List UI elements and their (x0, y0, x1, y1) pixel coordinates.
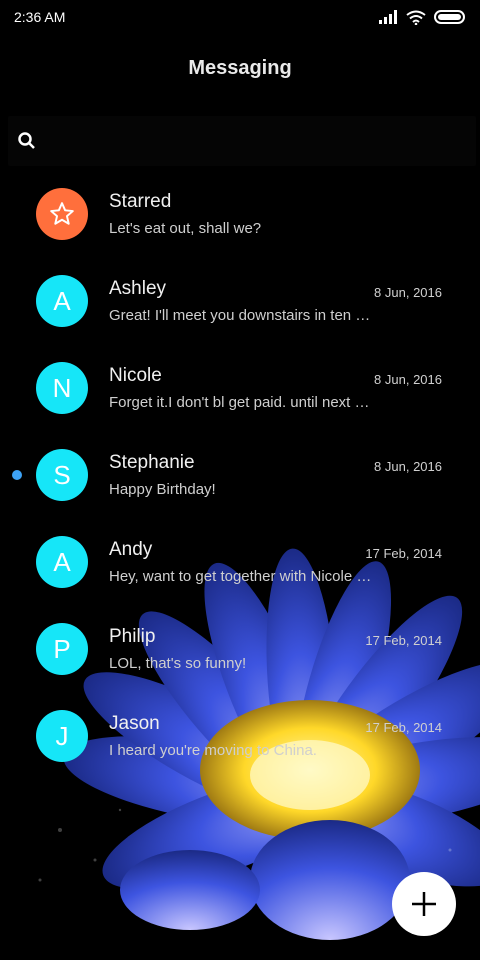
plus-icon (412, 892, 436, 916)
contact-name: Ashley (109, 278, 167, 299)
conversation-item-philip[interactable]: P Philip 17 Feb, 2014 LOL, that's so fun… (0, 609, 480, 696)
avatar: N (36, 362, 88, 414)
conversation-item-nicole[interactable]: N Nicole 8 Jun, 2016 Forget it.I don't b… (0, 348, 480, 435)
message-preview: Let's eat out, shall we? (109, 220, 262, 237)
status-icons (378, 10, 466, 25)
conversation-list: Starred Let's eat out, shall we? A Ashle… (0, 174, 480, 783)
message-date: 17 Feb, 2014 (365, 633, 442, 648)
contact-name: Jason (109, 713, 160, 734)
message-preview: Happy Birthday! (109, 481, 216, 498)
conversation-item-stephanie[interactable]: S Stephanie 8 Jun, 2016 Happy Birthday! (0, 435, 480, 522)
wifi-icon (406, 10, 426, 25)
conversation-item-jason[interactable]: J Jason 17 Feb, 2014 I heard you're movi… (0, 696, 480, 783)
message-preview: Great! I'll meet you downstairs in ten … (109, 307, 371, 324)
message-date: 17 Feb, 2014 (365, 546, 442, 561)
status-time: 2:36 AM (14, 9, 66, 25)
new-message-button[interactable] (392, 872, 456, 936)
avatar: S (36, 449, 88, 501)
conversation-item-andy[interactable]: A Andy 17 Feb, 2014 Hey, want to get tog… (0, 522, 480, 609)
page-title: Messaging (188, 57, 292, 79)
avatar: J (36, 710, 88, 762)
contact-name: Nicole (109, 365, 162, 386)
message-preview: LOL, that's so funny! (109, 655, 247, 672)
message-date: 8 Jun, 2016 (374, 459, 442, 474)
signal-icon (379, 10, 397, 24)
contact-name: Andy (109, 539, 153, 560)
contact-name: Starred (109, 191, 172, 212)
avatar: A (36, 275, 88, 327)
message-preview: Forget it.I don't bl get paid. until nex… (109, 394, 370, 411)
avatar (36, 188, 88, 240)
message-preview: I heard you're moving to China. (109, 742, 317, 759)
message-date: 8 Jun, 2016 (374, 372, 442, 387)
message-date: 17 Feb, 2014 (365, 720, 442, 735)
conversation-item-starred[interactable]: Starred Let's eat out, shall we? (0, 174, 480, 261)
message-preview: Hey, want to get together with Nicole … (109, 568, 372, 585)
avatar: P (36, 623, 88, 675)
star-icon (50, 202, 74, 225)
status-bar: 2:36 AM (0, 0, 480, 34)
conversation-item-ashley[interactable]: A Ashley 8 Jun, 2016 Great! I'll meet yo… (0, 261, 480, 348)
battery-icon (434, 10, 465, 24)
unread-indicator (12, 470, 22, 480)
contact-name: Stephanie (109, 452, 195, 473)
search-bar[interactable] (8, 116, 476, 166)
contact-name: Philip (109, 626, 156, 647)
message-date: 8 Jun, 2016 (374, 285, 442, 300)
search-icon[interactable] (18, 132, 36, 150)
avatar: A (36, 536, 88, 588)
